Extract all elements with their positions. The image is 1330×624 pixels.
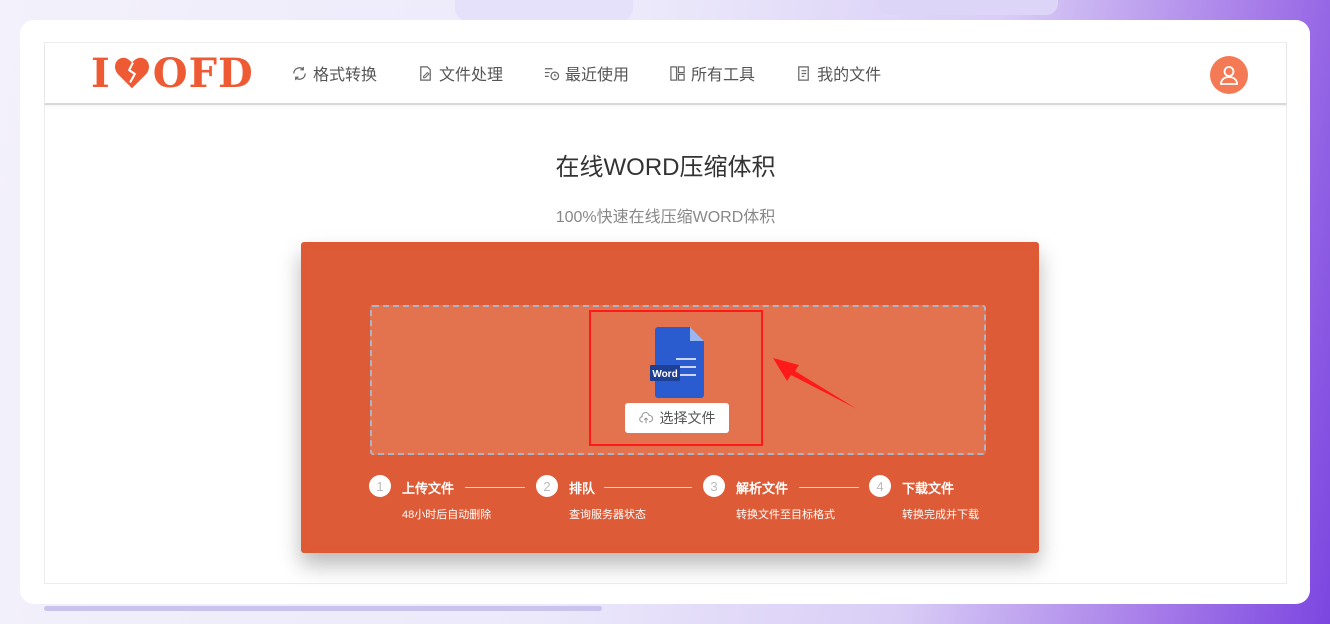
step-desc: 转换完成并下载	[902, 509, 979, 521]
step-label: 解析文件	[736, 481, 789, 496]
nav-item-label: 格式转换	[313, 67, 378, 84]
step-label: 下载文件	[902, 481, 955, 496]
my-files-icon	[798, 65, 809, 81]
step-number: 3	[703, 475, 725, 497]
logo-prefix: I	[91, 49, 111, 97]
upload-panel-inner: Word 选择文件 1 上传文件 48小时后自动删除 2 排队 查询服务器状态 …	[308, 249, 1032, 546]
nav-item-label: 文件处理	[439, 67, 504, 84]
step-connector	[465, 487, 525, 488]
site-logo[interactable]: I OFD	[91, 49, 254, 97]
step-number: 1	[369, 475, 391, 497]
nav-item-label: 最近使用	[565, 67, 630, 84]
nav-item-label: 所有工具	[691, 67, 756, 84]
upload-panel: Word 选择文件 1 上传文件 48小时后自动删除 2 排队 查询服务器状态 …	[301, 242, 1039, 553]
step-connector	[604, 487, 692, 488]
broken-heart-icon	[114, 57, 149, 89]
word-file-icon: Word	[650, 327, 704, 398]
user-icon	[1220, 66, 1238, 85]
nav-item-format-convert[interactable]: 格式转换	[291, 61, 377, 85]
page-title: 在线WORD压缩体积	[555, 154, 776, 181]
main-menu: 格式转换 文件处理 最近使用 所有工具 我的文件	[291, 43, 921, 103]
step-number: 4	[869, 475, 891, 497]
recent-icon	[544, 67, 560, 80]
page-subtitle: 100%快速在线压缩WORD体积	[555, 209, 776, 226]
nav-item-my-files[interactable]: 我的文件	[795, 61, 881, 85]
nav-item-recent[interactable]: 最近使用	[543, 61, 629, 85]
annotation-arrow-icon	[773, 358, 857, 409]
step-label: 上传文件	[402, 481, 455, 496]
grid-icon	[670, 65, 685, 81]
step-desc: 转换文件至目标格式	[736, 509, 835, 521]
logo-suffix: OFD	[152, 49, 254, 97]
step-number: 2	[536, 475, 558, 497]
file-dropzone[interactable]: Word 选择文件	[370, 305, 986, 455]
nav-item-file-processing[interactable]: 文件处理	[417, 61, 503, 85]
step-connector	[799, 487, 859, 488]
step-desc: 48小时后自动删除	[402, 509, 492, 521]
word-file-label: Word	[652, 369, 677, 380]
nav-item-label: 我的文件	[817, 67, 882, 84]
file-edit-icon	[420, 65, 431, 81]
horizontal-scrollbar[interactable]	[44, 606, 602, 611]
cloud-upload-icon	[638, 412, 653, 424]
process-steps: 1 上传文件 48小时后自动删除 2 排队 查询服务器状态 3 解析文件 转换文…	[369, 475, 989, 535]
top-nav: I OFD 格式转换 文件处理 最近使用 所有工具 我的文件	[45, 43, 1286, 105]
page-frame: I OFD 格式转换 文件处理 最近使用 所有工具 我的文件 在线WORD压缩体…	[44, 42, 1287, 584]
select-file-button[interactable]: 选择文件	[625, 403, 729, 433]
user-avatar-button[interactable]	[1210, 56, 1248, 94]
nav-item-all-tools[interactable]: 所有工具	[669, 61, 755, 85]
step-label: 排队	[569, 481, 596, 496]
browser-content-card: I OFD 格式转换 文件处理 最近使用 所有工具 我的文件 在线WORD压缩体…	[20, 20, 1310, 604]
step-desc: 查询服务器状态	[569, 509, 646, 521]
background-decoration	[455, 0, 633, 22]
select-file-label: 选择文件	[659, 410, 716, 426]
convert-icon	[293, 66, 306, 80]
background-decoration	[878, 0, 1058, 15]
